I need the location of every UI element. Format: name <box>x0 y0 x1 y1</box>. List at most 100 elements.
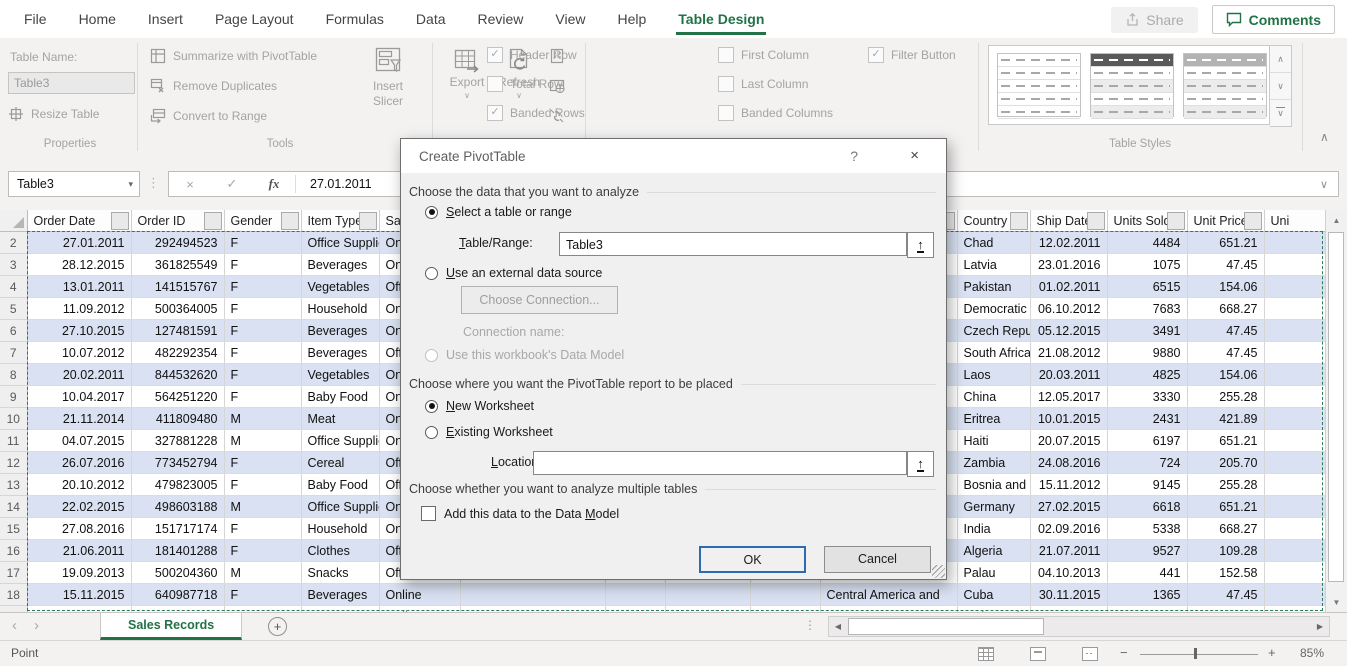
cell[interactable]: Beverages <box>301 584 379 606</box>
cell[interactable]: 01.02.2011 <box>1030 276 1107 298</box>
cell[interactable]: 26.07.2016 <box>27 452 131 474</box>
cell[interactable] <box>1264 386 1325 408</box>
cell[interactable]: Zambia <box>957 452 1030 474</box>
sheet-tab-sales-records[interactable]: Sales Records <box>100 613 242 640</box>
cell[interactable]: 06.10.2012 <box>1030 298 1107 320</box>
row-header[interactable]: 8 <box>0 364 27 386</box>
row-header[interactable]: 5 <box>0 298 27 320</box>
cell[interactable]: 651.21 <box>1187 232 1264 254</box>
cell[interactable]: 441 <box>1107 562 1187 584</box>
cell[interactable]: Latvia <box>957 254 1030 276</box>
cell[interactable]: 47.45 <box>1187 254 1264 276</box>
cell[interactable]: Beverages <box>301 320 379 342</box>
cell[interactable]: 361825549 <box>131 254 224 276</box>
cell[interactable]: F <box>224 540 301 562</box>
column-header-country[interactable]: Country <box>957 210 1030 232</box>
cell[interactable]: Haiti <box>957 430 1030 452</box>
cell[interactable]: 10.04.2017 <box>27 386 131 408</box>
cell[interactable]: 21.06.2011 <box>27 540 131 562</box>
cell[interactable]: 292494523 <box>131 232 224 254</box>
cell[interactable]: 9880 <box>1107 342 1187 364</box>
cell[interactable]: 482292354 <box>131 342 224 364</box>
cell[interactable]: 20.03.2011 <box>1030 364 1107 386</box>
cell[interactable]: 651.21 <box>1187 496 1264 518</box>
cell[interactable]: 668.27 <box>1187 298 1264 320</box>
row-header[interactable]: 12 <box>0 452 27 474</box>
cell[interactable]: F <box>224 584 301 606</box>
column-header-ship-date[interactable]: Ship Date <box>1030 210 1107 232</box>
ribbon-tab-help[interactable]: Help <box>602 0 663 38</box>
cell[interactable]: F <box>224 254 301 276</box>
cell[interactable]: 6197 <box>1107 430 1187 452</box>
cell[interactable]: 154.06 <box>1187 276 1264 298</box>
cell[interactable] <box>665 584 750 606</box>
cell[interactable]: 9527 <box>1107 540 1187 562</box>
cell[interactable] <box>1264 430 1325 452</box>
add-to-data-model-checkbox[interactable]: Add this data to the Data Model <box>421 506 619 521</box>
select-all-corner[interactable] <box>0 210 27 232</box>
cell[interactable]: 255.28 <box>1187 386 1264 408</box>
cell[interactable]: F <box>224 232 301 254</box>
cell[interactable]: M <box>224 496 301 518</box>
cell[interactable]: Democratic <box>957 298 1030 320</box>
cell[interactable] <box>1264 320 1325 342</box>
cell[interactable]: Household <box>301 518 379 540</box>
cell[interactable]: F <box>224 386 301 408</box>
ribbon-tab-review[interactable]: Review <box>462 0 540 38</box>
confirm-entry-icon[interactable]: ✓ <box>211 176 253 192</box>
cell[interactable] <box>1264 232 1325 254</box>
cell[interactable]: Office Supplies <box>301 496 379 518</box>
cell[interactable]: 04.10.2013 <box>1030 562 1107 584</box>
new-worksheet-radio[interactable]: New Worksheet <box>425 399 534 413</box>
sheet-nav-left-icon[interactable]: ‹ <box>12 617 17 634</box>
row-header[interactable]: 6 <box>0 320 27 342</box>
table-style-dark-header[interactable] <box>1090 53 1174 117</box>
ribbon-tab-formulas[interactable]: Formulas <box>310 0 400 38</box>
cell[interactable] <box>1264 408 1325 430</box>
cell[interactable]: Beverages <box>301 254 379 276</box>
checkbox-first-column[interactable]: First Column <box>718 47 809 63</box>
filter-button-icon[interactable] <box>1087 212 1105 230</box>
cell[interactable]: 154.06 <box>1187 364 1264 386</box>
insert-function-icon[interactable]: fx <box>253 176 295 192</box>
cell[interactable]: 21.11.2014 <box>27 408 131 430</box>
cell[interactable]: 27.08.2016 <box>27 518 131 540</box>
name-box[interactable]: Table3 ▾ <box>8 171 140 197</box>
scroll-down-icon[interactable]: ▼ <box>1326 592 1347 612</box>
cell[interactable]: 24.08.2016 <box>1030 452 1107 474</box>
checkbox-last-column[interactable]: Last Column <box>718 76 808 92</box>
location-picker-button[interactable]: ↑ <box>907 451 934 477</box>
cell[interactable]: 564251220 <box>131 386 224 408</box>
row-header[interactable]: 15 <box>0 518 27 540</box>
export-dropdown-icon[interactable]: ∨ <box>464 91 470 100</box>
cell[interactable]: 327881228 <box>131 430 224 452</box>
cell[interactable]: 141515767 <box>131 276 224 298</box>
cell[interactable]: 151717174 <box>131 518 224 540</box>
cell[interactable]: F <box>224 276 301 298</box>
row-header[interactable]: 14 <box>0 496 27 518</box>
ribbon-tab-data[interactable]: Data <box>400 0 462 38</box>
zoom-slider-thumb[interactable] <box>1194 648 1197 659</box>
cell[interactable]: 12.02.2011 <box>1030 232 1107 254</box>
cell[interactable] <box>1264 562 1325 584</box>
cell[interactable]: M <box>224 408 301 430</box>
cell[interactable]: 10.07.2012 <box>27 342 131 364</box>
cell[interactable]: 152.58 <box>1187 562 1264 584</box>
ribbon-tab-file[interactable]: File <box>8 0 63 38</box>
cell[interactable]: Chad <box>957 232 1030 254</box>
cell[interactable]: Palau <box>957 562 1030 584</box>
table-range-input[interactable]: Table3 <box>559 232 907 256</box>
row-header[interactable]: 18 <box>0 584 27 606</box>
cell[interactable]: 13.01.2011 <box>27 276 131 298</box>
cell[interactable]: 724 <box>1107 452 1187 474</box>
cell[interactable]: 7683 <box>1107 298 1187 320</box>
sheet-nav-right-icon[interactable]: › <box>34 617 39 634</box>
row-header[interactable]: 3 <box>0 254 27 276</box>
cell[interactable]: Bosnia and <box>957 474 1030 496</box>
vertical-scrollbar[interactable]: ▲ ▼ <box>1325 210 1347 612</box>
cell[interactable]: 421.89 <box>1187 408 1264 430</box>
cell[interactable]: 21.07.2011 <box>1030 540 1107 562</box>
row-header[interactable]: 16 <box>0 540 27 562</box>
row-header[interactable]: 2 <box>0 232 27 254</box>
cell[interactable]: 651.21 <box>1187 430 1264 452</box>
